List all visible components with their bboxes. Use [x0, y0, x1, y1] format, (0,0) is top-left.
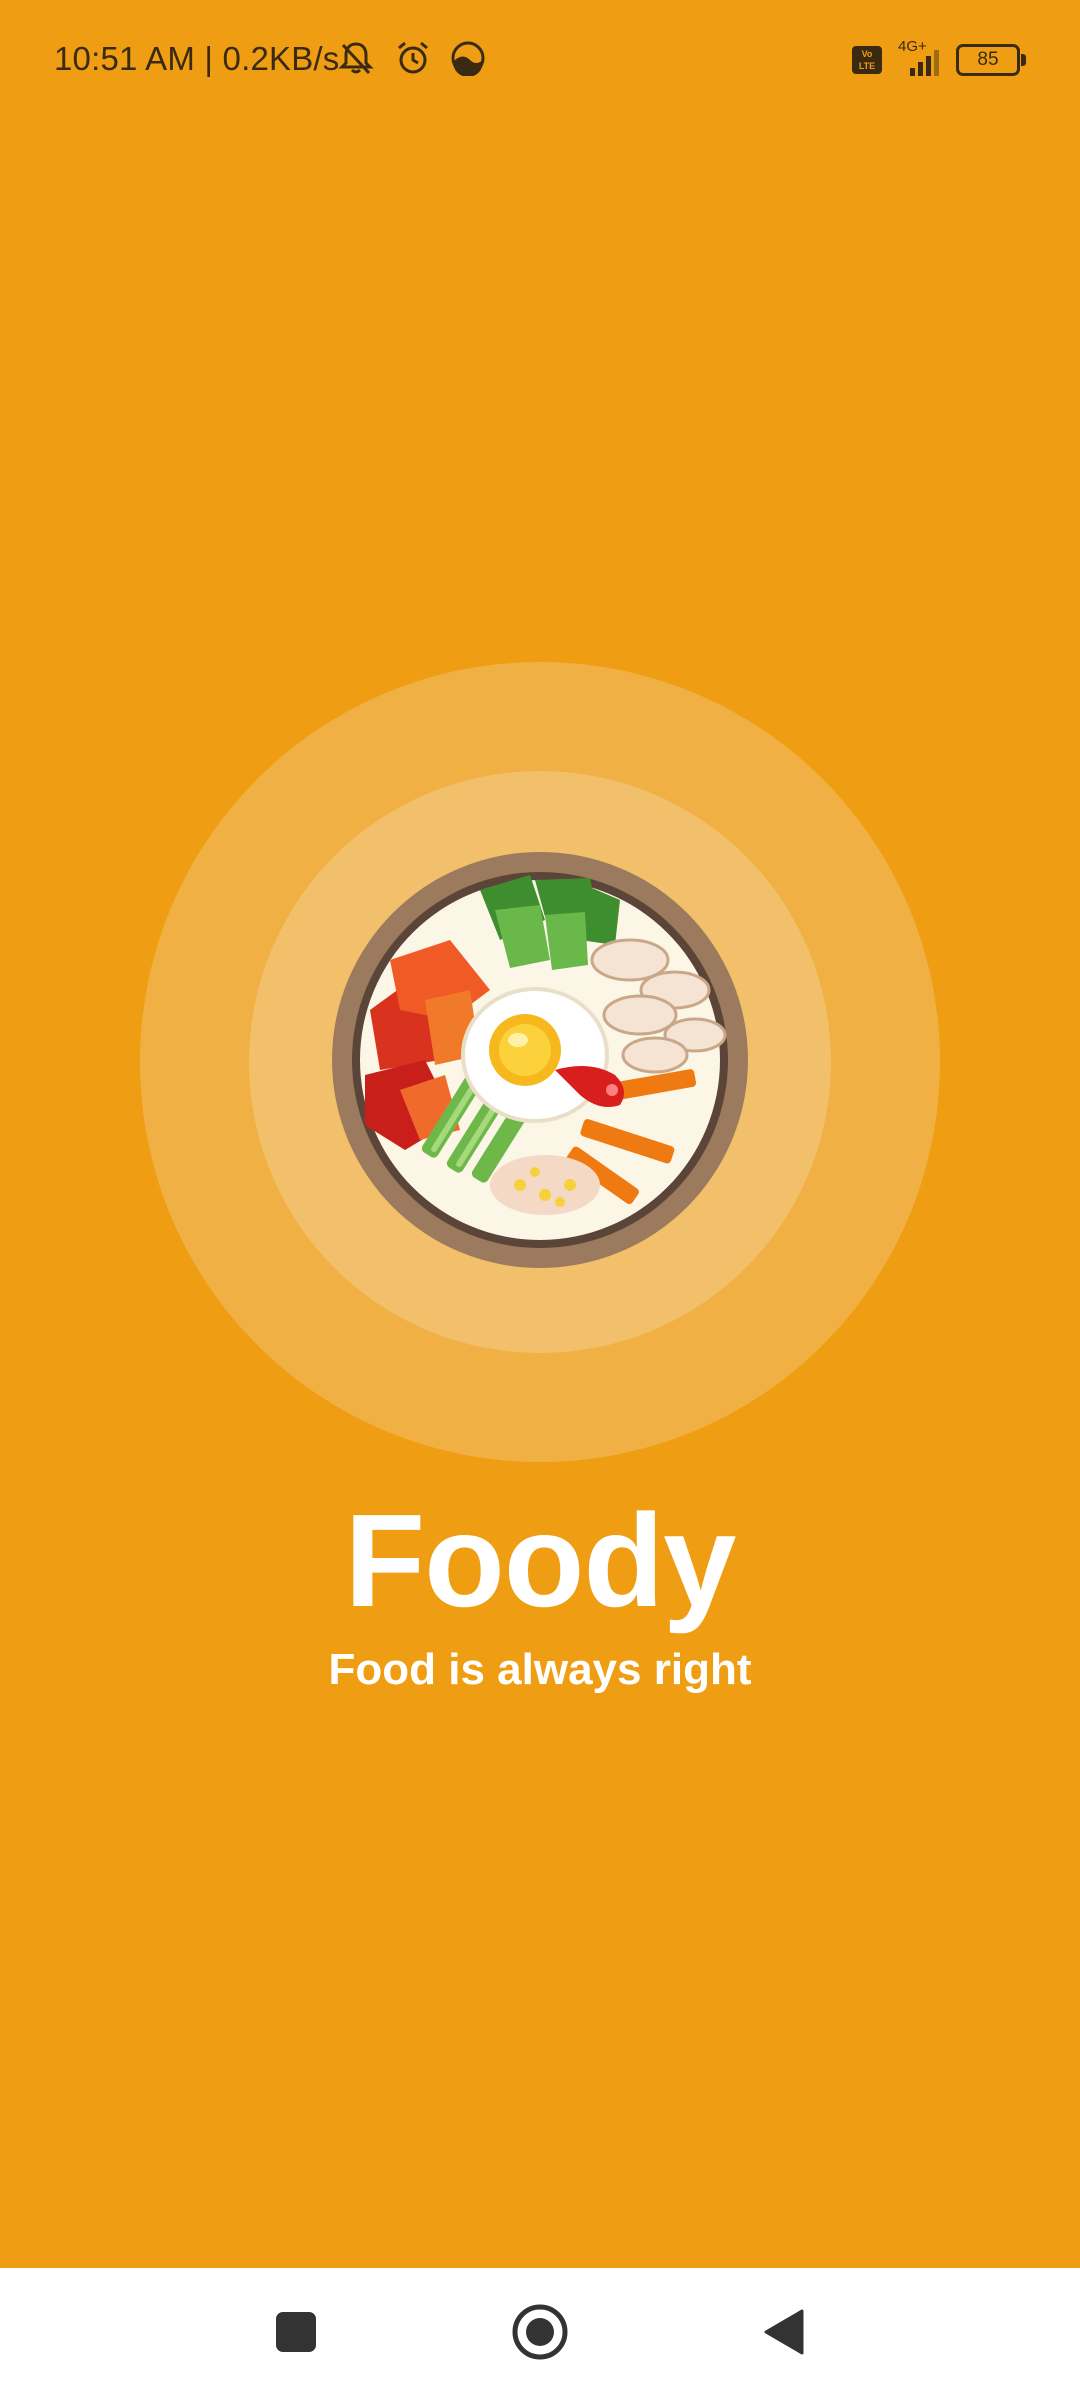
system-navigation-bar — [0, 2268, 1080, 2400]
status-bar: 10:51 AM | 0.2KB/s Vo LTE 4G+ 85 — [0, 0, 1080, 120]
recents-button[interactable] — [260, 2298, 332, 2370]
status-time-speed: 10:51 AM | 0.2KB/s — [54, 40, 340, 77]
back-button[interactable] — [748, 2298, 820, 2370]
half-moon-icon — [450, 40, 486, 81]
status-icons-left — [336, 40, 486, 80]
app-tagline: Food is always right — [328, 1645, 752, 1694]
home-button[interactable] — [504, 2298, 576, 2370]
app-title: Foody — [344, 1487, 737, 1634]
alarm-clock-icon — [394, 39, 432, 82]
status-icons-right: Vo LTE 4G+ 85 — [852, 38, 1026, 80]
volte-icon: Vo LTE — [852, 46, 882, 74]
circle-icon — [511, 2303, 569, 2366]
triangle-back-icon — [762, 2308, 806, 2361]
square-icon — [274, 2310, 318, 2359]
bell-off-icon — [336, 38, 376, 83]
bibimbap-bowl-icon — [330, 850, 750, 1270]
battery-level: 85 — [977, 49, 999, 70]
battery-icon: 85 — [956, 44, 1026, 76]
splash-screen: 10:51 AM | 0.2KB/s Vo LTE 4G+ 85 Foody F… — [0, 0, 1080, 2268]
signal-bars-icon: 4G+ — [896, 38, 942, 78]
